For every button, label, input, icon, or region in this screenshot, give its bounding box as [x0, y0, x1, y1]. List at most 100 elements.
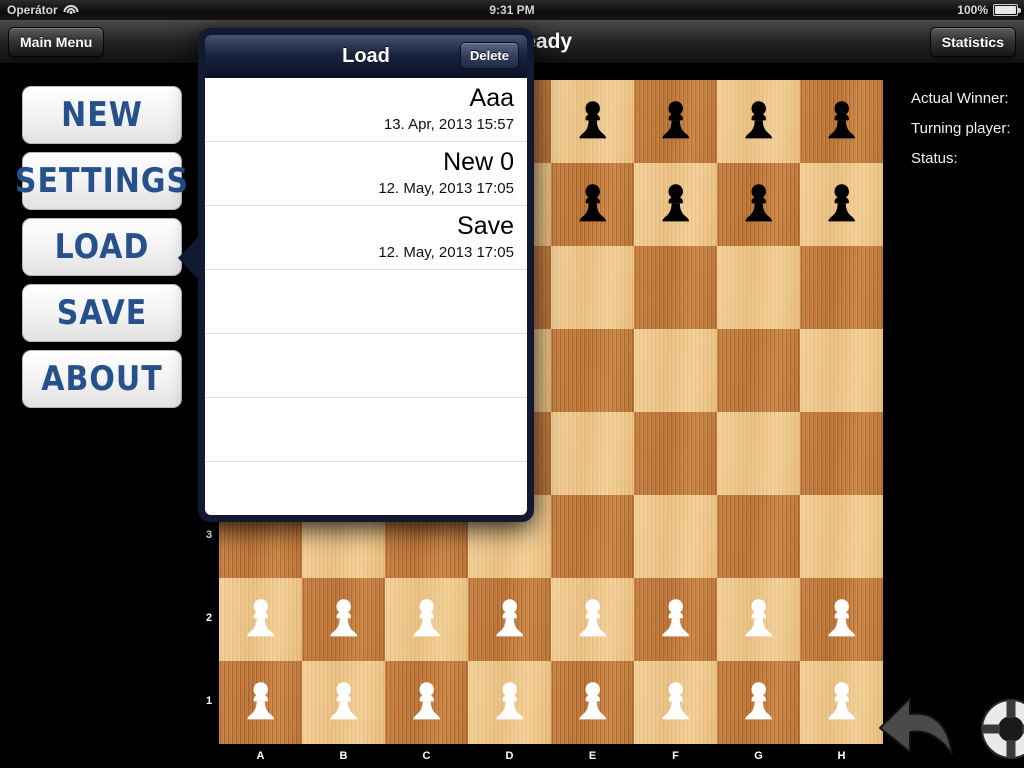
saved-game-name: Save — [457, 212, 514, 240]
battery-percent-label: 100% — [957, 3, 988, 17]
saved-game-row[interactable]: Save 12. May, 2013 17:05 — [205, 206, 527, 270]
file-label-F: F — [672, 750, 679, 762]
rank-label-2: 2 — [205, 612, 213, 624]
board-square-G3[interactable] — [717, 495, 800, 578]
board-square-F3[interactable] — [634, 495, 717, 578]
board-square-H4[interactable] — [800, 412, 883, 495]
board-square-B2[interactable] — [302, 578, 385, 661]
board-square-H1[interactable]: H — [800, 661, 883, 762]
board-square-E2[interactable] — [551, 578, 634, 661]
board-square-G5[interactable] — [717, 329, 800, 412]
board-square-C2[interactable] — [385, 578, 468, 661]
game-info-panel: Actual Winner: Turning player: Status: — [911, 84, 1024, 174]
board-square-E7[interactable] — [551, 163, 634, 246]
popover-header: Load Delete — [205, 35, 527, 78]
white-pawn-icon[interactable] — [816, 590, 867, 650]
battery-full-icon — [993, 4, 1021, 16]
white-pawn-icon[interactable] — [401, 590, 452, 650]
saved-game-row-empty — [205, 462, 527, 515]
status-bar-right: 100% — [957, 3, 1021, 17]
menu-button-settings[interactable]: SETTINGS — [15, 152, 188, 210]
board-square-D1[interactable]: D — [468, 661, 551, 762]
rank-label-1: 1 — [205, 695, 213, 707]
saved-game-row[interactable]: Aaa 13. Apr, 2013 15:57 — [205, 78, 527, 142]
board-square-E3[interactable] — [551, 495, 634, 578]
file-label-H: H — [837, 750, 846, 762]
board-square-H5[interactable] — [800, 329, 883, 412]
menu-button-load[interactable]: LOAD — [22, 218, 182, 276]
popover-arrow — [178, 236, 199, 280]
white-pawn-icon[interactable] — [235, 673, 286, 733]
file-label-A: A — [256, 750, 265, 762]
saved-game-row[interactable]: New 0 12. May, 2013 17:05 — [205, 142, 527, 206]
board-square-E1[interactable]: E — [551, 661, 634, 762]
board-square-H8[interactable] — [800, 80, 883, 163]
board-square-G4[interactable] — [717, 412, 800, 495]
white-pawn-icon[interactable] — [484, 673, 535, 733]
white-pawn-icon[interactable] — [567, 590, 618, 650]
life-ring-icon[interactable] — [980, 698, 1024, 760]
white-pawn-icon[interactable] — [235, 590, 286, 650]
white-pawn-icon[interactable] — [650, 673, 701, 733]
board-square-G1[interactable]: G — [717, 661, 800, 762]
board-square-G2[interactable] — [717, 578, 800, 661]
board-square-H7[interactable] — [800, 163, 883, 246]
white-pawn-icon[interactable] — [318, 673, 369, 733]
board-square-E6[interactable] — [551, 246, 634, 329]
board-square-E8[interactable] — [551, 80, 634, 163]
board-square-F4[interactable] — [634, 412, 717, 495]
black-pawn-icon[interactable] — [650, 92, 701, 152]
white-pawn-icon[interactable] — [567, 673, 618, 733]
delete-button[interactable]: Delete — [459, 42, 519, 69]
board-square-H2[interactable] — [800, 578, 883, 661]
menu-button-about[interactable]: ABOUT — [22, 350, 182, 408]
side-menu: NEW SETTINGS LOAD SAVE ABOUT — [15, 86, 188, 408]
file-label-D: D — [505, 750, 514, 762]
black-pawn-icon[interactable] — [733, 92, 784, 152]
board-square-G7[interactable] — [717, 163, 800, 246]
board-square-F6[interactable] — [634, 246, 717, 329]
white-pawn-icon[interactable] — [816, 673, 867, 733]
board-square-F8[interactable] — [634, 80, 717, 163]
menu-button-label: NEW — [61, 95, 143, 135]
info-label: Status: — [911, 150, 958, 167]
status-bar-clock: 9:31 PM — [489, 3, 535, 17]
saved-games-list[interactable]: Aaa 13. Apr, 2013 15:57 New 0 12. May, 2013… — [205, 78, 527, 515]
black-pawn-icon[interactable] — [650, 175, 701, 235]
board-square-B1[interactable]: B — [302, 661, 385, 762]
board-square-F5[interactable] — [634, 329, 717, 412]
white-pawn-icon[interactable] — [484, 590, 535, 650]
black-pawn-icon[interactable] — [567, 175, 618, 235]
board-square-D2[interactable] — [468, 578, 551, 661]
white-pawn-icon[interactable] — [650, 590, 701, 650]
board-square-F7[interactable] — [634, 163, 717, 246]
black-pawn-icon[interactable] — [816, 175, 867, 235]
info-row: Actual Winner: — [911, 84, 1024, 114]
undo-arrow-icon[interactable] — [876, 688, 956, 762]
menu-button-new[interactable]: NEW — [22, 86, 182, 144]
board-square-A2[interactable]: 2 — [206, 578, 302, 661]
saved-game-name: Aaa — [469, 84, 514, 112]
white-pawn-icon[interactable] — [401, 673, 452, 733]
board-square-G8[interactable] — [717, 80, 800, 163]
black-pawn-icon[interactable] — [567, 92, 618, 152]
board-square-A1[interactable]: 1A — [206, 661, 302, 762]
black-pawn-icon[interactable] — [816, 92, 867, 152]
board-square-G6[interactable] — [717, 246, 800, 329]
white-pawn-icon[interactable] — [733, 590, 784, 650]
saved-game-date: 12. May, 2013 17:05 — [378, 244, 514, 261]
board-square-H3[interactable] — [800, 495, 883, 578]
white-pawn-icon[interactable] — [733, 673, 784, 733]
board-square-F1[interactable]: F — [634, 661, 717, 762]
main-menu-button[interactable]: Main Menu — [8, 26, 105, 57]
board-square-H6[interactable] — [800, 246, 883, 329]
menu-button-save[interactable]: SAVE — [22, 284, 182, 342]
board-square-E4[interactable] — [551, 412, 634, 495]
board-square-C1[interactable]: C — [385, 661, 468, 762]
white-pawn-icon[interactable] — [318, 590, 369, 650]
statistics-button[interactable]: Statistics — [929, 26, 1016, 57]
board-square-E5[interactable] — [551, 329, 634, 412]
file-label-E: E — [588, 750, 597, 762]
board-square-F2[interactable] — [634, 578, 717, 661]
black-pawn-icon[interactable] — [733, 175, 784, 235]
